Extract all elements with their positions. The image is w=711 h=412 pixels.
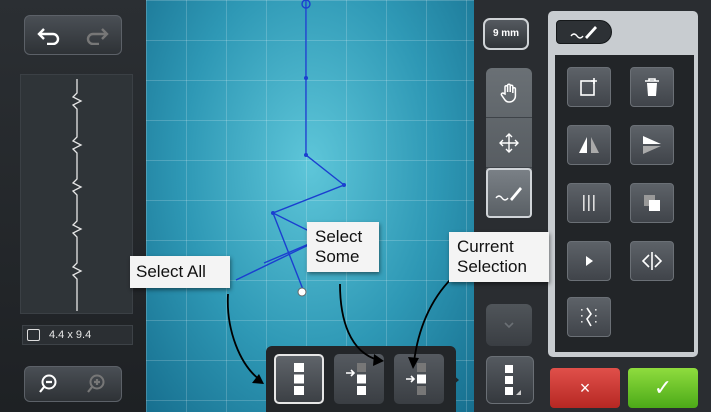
split-path-button[interactable] (567, 297, 611, 337)
hand-pan-icon (498, 82, 520, 104)
delete-button[interactable] (630, 67, 674, 107)
zoom-group (24, 366, 122, 402)
chevron-right-icon (452, 374, 459, 386)
select-all-callout: Select All (130, 256, 230, 288)
select-some-callout: Select Some (307, 222, 379, 272)
chevron-down-icon (503, 321, 515, 329)
canvas-tool-group (486, 68, 532, 218)
mirror-vertical-icon (641, 135, 663, 155)
resize-icon (27, 329, 40, 341)
current-selection-callout: Current Selection (449, 232, 549, 282)
current-selection-icon (404, 361, 434, 397)
tool-panel-tab[interactable] (556, 20, 612, 44)
current-selection-button[interactable] (394, 354, 444, 404)
mirror-horizontal-icon (578, 135, 600, 155)
stitch-length-button[interactable]: 9 mm (483, 18, 529, 50)
duplicate-icon (642, 193, 662, 213)
play-button[interactable] (567, 241, 611, 281)
selection-mode-button[interactable] (486, 356, 534, 404)
mirror-horizontal-button[interactable] (567, 125, 611, 165)
stitch-draw-icon (494, 183, 524, 203)
undo-arrow-icon[interactable] (36, 25, 62, 45)
grid-dots-icon (580, 193, 598, 213)
scroll-down-button[interactable] (486, 304, 532, 346)
undo-redo-group (24, 15, 122, 55)
redo-arrow-icon[interactable] (84, 25, 110, 45)
move-arrows-icon (498, 132, 520, 154)
confirm-button[interactable]: ✓ (628, 368, 698, 408)
zoom-out-icon[interactable] (38, 373, 60, 395)
grid-dots-button[interactable] (567, 183, 611, 223)
duplicate-button[interactable] (630, 183, 674, 223)
selection-bar (266, 346, 459, 412)
stitch-draw-button[interactable] (486, 168, 532, 218)
play-arrow-icon (583, 254, 595, 268)
stitch-draw-icon (569, 23, 599, 41)
stitch-preview (20, 74, 133, 314)
cancel-button[interactable]: × (550, 368, 620, 408)
select-all-icon (291, 361, 307, 397)
flip-direction-button[interactable] (630, 241, 674, 281)
add-point-icon (579, 77, 599, 97)
select-all-icon (498, 363, 522, 397)
select-some-icon (344, 361, 374, 397)
select-some-button[interactable] (334, 354, 384, 404)
move-button[interactable] (486, 118, 532, 168)
zoom-in-icon[interactable] (86, 373, 108, 395)
flip-direction-icon (640, 251, 664, 271)
split-path-icon (578, 306, 600, 328)
add-point-button[interactable] (567, 67, 611, 107)
select-all-button[interactable] (274, 354, 324, 404)
pattern-size-label: 4.4 x 9.4 (22, 325, 133, 345)
delete-icon (643, 77, 661, 97)
hand-pan-button[interactable] (486, 68, 532, 118)
mirror-vertical-button[interactable] (630, 125, 674, 165)
